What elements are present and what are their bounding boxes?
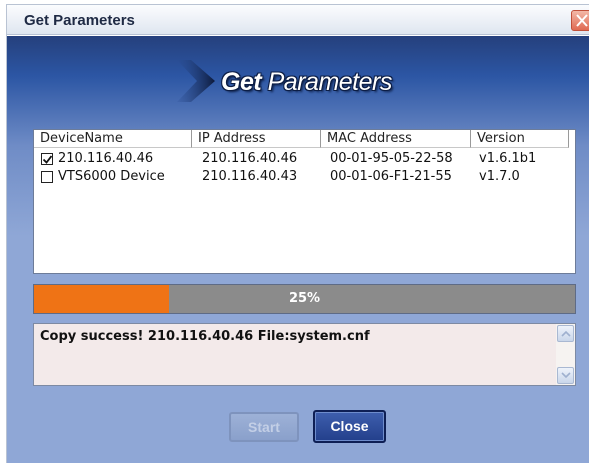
- banner: Get Parameters: [7, 36, 589, 126]
- title-bar[interactable]: Get Parameters: [7, 5, 589, 35]
- cell-version: v1.7.0: [479, 169, 520, 184]
- arrow-right-icon: [177, 60, 215, 102]
- banner-title-word-parameters: Parameters: [261, 68, 393, 96]
- chevron-down-icon: [561, 372, 571, 379]
- progress-bar: 25%: [33, 284, 576, 314]
- cell-version: v1.6.1b1: [479, 151, 537, 166]
- column-header-mac-address[interactable]: MAC Address: [321, 130, 471, 148]
- column-header-version[interactable]: Version: [471, 130, 569, 148]
- cell-device-name: VTS6000 Device: [58, 169, 165, 184]
- close-button[interactable]: Close: [313, 410, 386, 443]
- status-log[interactable]: Copy success! 210.116.40.46 File:system.…: [33, 323, 576, 386]
- start-button[interactable]: Start: [229, 412, 299, 442]
- table-row[interactable]: VTS6000 Device 210.116.40.43 00-01-06-F1…: [34, 168, 575, 186]
- cell-ip-address: 210.116.40.43: [202, 169, 298, 184]
- progress-label: 25%: [288, 291, 321, 306]
- scroll-up-button[interactable]: [557, 325, 574, 342]
- chevron-up-icon: [561, 330, 571, 337]
- dialog-body: Get Parameters DeviceName IP Address MAC…: [7, 36, 589, 463]
- status-message: Copy success! 210.116.40.46 File:system.…: [40, 329, 370, 344]
- banner-title: Get Parameters: [221, 68, 392, 97]
- row-checkbox[interactable]: [41, 171, 53, 183]
- log-scrollbar[interactable]: [556, 324, 575, 385]
- table-row[interactable]: 210.116.40.46 210.116.40.46 00-01-95-05-…: [34, 150, 575, 168]
- cell-device-name: 210.116.40.46: [58, 151, 154, 166]
- cell-ip-address: 210.116.40.46: [202, 151, 298, 166]
- column-header-devicename[interactable]: DeviceName: [34, 130, 192, 148]
- column-header-ip-address[interactable]: IP Address: [192, 130, 321, 148]
- device-list-header: DeviceName IP Address MAC Address Versio…: [34, 130, 575, 148]
- window-close-button[interactable]: [571, 10, 589, 31]
- get-parameters-dialog: Get Parameters Get Parameters DeviceName…: [6, 4, 589, 463]
- scroll-down-button[interactable]: [557, 367, 574, 384]
- device-list[interactable]: DeviceName IP Address MAC Address Versio…: [33, 129, 576, 274]
- cell-mac-address: 00-01-95-05-22-58: [330, 151, 453, 166]
- row-checkbox[interactable]: [41, 153, 53, 165]
- checkmark-icon: [43, 155, 52, 164]
- close-icon: [576, 14, 588, 27]
- cell-mac-address: 00-01-06-F1-21-55: [330, 169, 452, 184]
- window-title: Get Parameters: [24, 12, 135, 29]
- banner-title-word-get: Get: [221, 68, 262, 96]
